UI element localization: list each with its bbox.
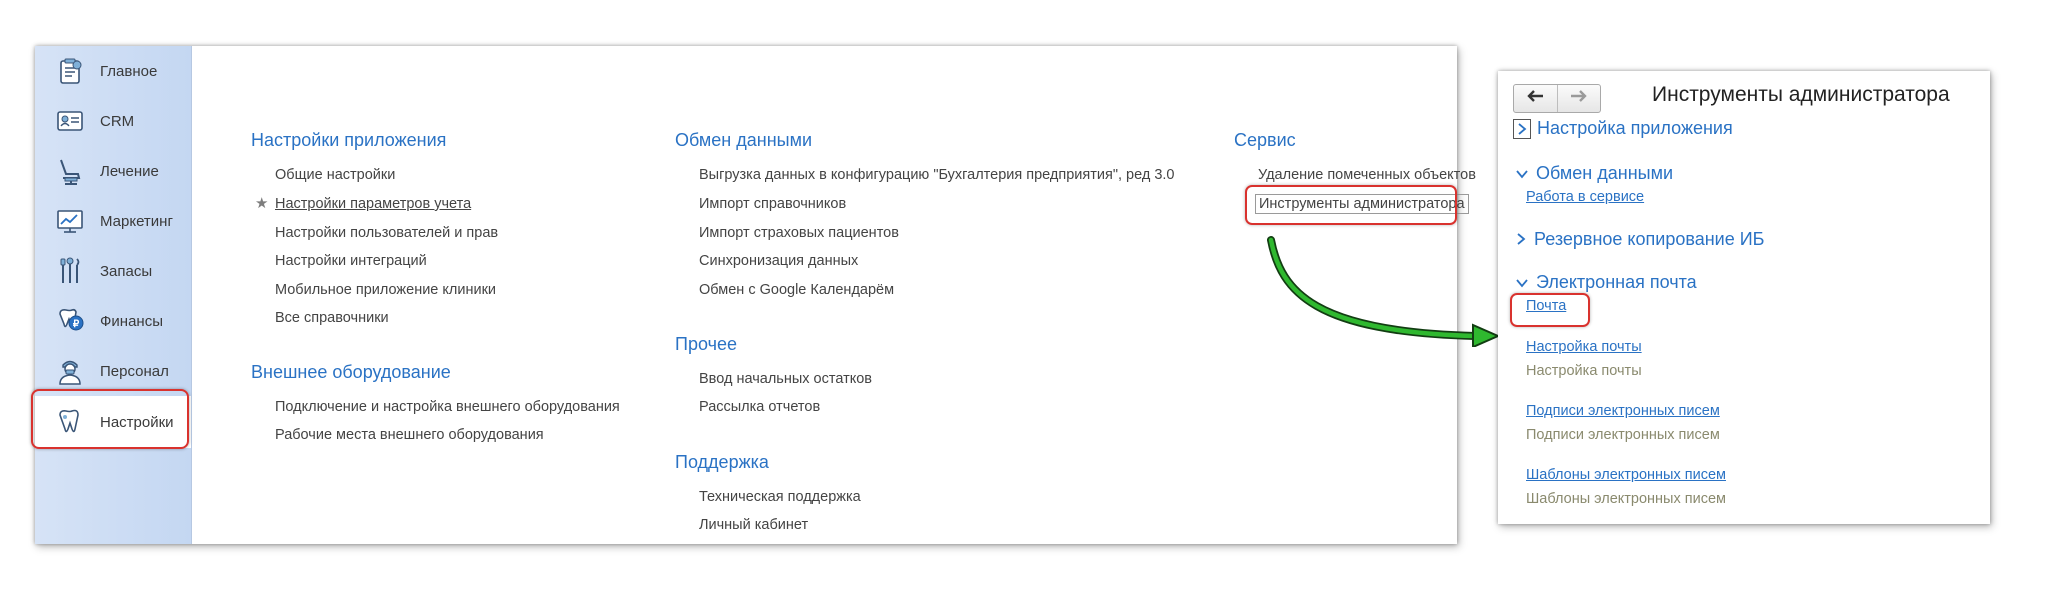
nav-buttons	[1513, 84, 1601, 113]
sidebar-item-label: CRM	[100, 112, 135, 130]
link-equipment-connect[interactable]: Подключение и настройка внешнего оборудо…	[275, 399, 620, 415]
link-email-signatures[interactable]: Подписи электронных писем	[1526, 403, 1720, 419]
back-button[interactable]	[1514, 85, 1557, 112]
link-integrations[interactable]: Настройки интеграций	[275, 253, 427, 269]
sidebar-item-label: Настройки	[100, 413, 174, 431]
link-admin-tools[interactable]: Инструменты администратора	[1255, 194, 1469, 214]
dental-chair-icon	[55, 156, 85, 186]
chevron-down-icon	[1516, 272, 1528, 293]
sidebar-item-finance[interactable]: ₽ Финансы	[35, 296, 191, 346]
sidebar-item-treatment[interactable]: Лечение	[35, 146, 191, 196]
chevron-down-icon	[1516, 163, 1528, 184]
link-all-catalogs[interactable]: Все справочники	[275, 310, 389, 326]
forward-button[interactable]	[1556, 85, 1601, 112]
link-equipment-workplaces[interactable]: Рабочие места внешнего оборудования	[275, 427, 544, 443]
sidebar: Главное CRM Лечение Маркетинг Запасы ₽ Ф…	[31, 46, 192, 544]
group-data-exchange-label: Обмен данными	[1536, 163, 1674, 183]
favorite-star-icon: ★	[255, 195, 269, 212]
svg-text:₽: ₽	[73, 319, 80, 330]
link-mail-settings[interactable]: Настройка почты	[1526, 339, 1642, 355]
sidebar-item-label: Маркетинг	[100, 212, 173, 230]
link-general-settings[interactable]: Общие настройки	[275, 167, 395, 183]
sidebar-item-label: Финансы	[100, 312, 163, 330]
sidebar-item-label: Лечение	[100, 162, 159, 180]
section-data-exchange-title: Обмен данными	[675, 130, 813, 150]
marketing-chart-icon	[55, 206, 85, 236]
link-tech-support[interactable]: Техническая поддержка	[699, 489, 861, 505]
sidebar-item-marketing[interactable]: Маркетинг	[35, 196, 191, 246]
sidebar-item-label: Персонал	[100, 362, 169, 380]
group-backup-label: Резервное копирование ИБ	[1534, 229, 1765, 249]
home-list-icon	[55, 56, 85, 86]
group-backup[interactable]: Резервное копирование ИБ	[1516, 229, 1764, 250]
link-delete-marked[interactable]: Удаление помеченных объектов	[1258, 167, 1476, 183]
sidebar-item-label: Главное	[100, 62, 158, 80]
sidebar-item-main[interactable]: Главное	[35, 46, 191, 96]
admin-tools-panel: Инструменты администратора Настройка при…	[1498, 71, 1990, 524]
group-email[interactable]: Электронная почта	[1516, 272, 1697, 293]
group-email-label: Электронная почта	[1536, 272, 1697, 292]
link-email-templates[interactable]: Шаблоны электронных писем	[1526, 467, 1726, 483]
link-mobile-app[interactable]: Мобильное приложение клиники	[275, 282, 496, 298]
link-mail[interactable]: Почта	[1526, 298, 1566, 314]
link-import-insurance[interactable]: Импорт страховых пациентов	[699, 225, 899, 241]
sidebar-item-settings[interactable]: Настройки	[35, 396, 191, 448]
link-google-calendar[interactable]: Обмен с Google Календарём	[699, 282, 894, 298]
link-personal-account[interactable]: Личный кабинет	[699, 517, 808, 533]
email-templates-description: Шаблоны электронных писем	[1526, 491, 1726, 507]
panel-title: Инструменты администратора	[1652, 83, 1950, 106]
section-other-title: Прочее	[675, 334, 737, 354]
sidebar-item-label: Запасы	[100, 262, 153, 280]
link-work-in-service[interactable]: Работа в сервисе	[1526, 189, 1644, 205]
chevron-right-icon	[1516, 229, 1526, 250]
arrow-left-icon	[1526, 89, 1544, 108]
crm-card-icon	[55, 106, 85, 136]
group-data-exchange[interactable]: Обмен данными	[1516, 163, 1673, 184]
section-service-title: Сервис	[1234, 130, 1296, 150]
doctor-icon	[55, 356, 85, 386]
link-accounting-parameters[interactable]: Настройки параметров учета	[275, 196, 471, 212]
email-signatures-description: Подписи электронных писем	[1526, 427, 1720, 443]
link-opening-balances[interactable]: Ввод начальных остатков	[699, 371, 872, 387]
sidebar-item-staff[interactable]: Персонал	[35, 346, 191, 396]
link-export-accounting[interactable]: Выгрузка данных в конфигурацию "Бухгалте…	[699, 167, 1175, 183]
sidebar-item-stock[interactable]: Запасы	[35, 246, 191, 296]
section-support-title: Поддержка	[675, 452, 769, 472]
arrow-right-icon	[1570, 89, 1588, 108]
link-import-catalogs[interactable]: Импорт справочников	[699, 196, 846, 212]
link-data-sync[interactable]: Синхронизация данных	[699, 253, 858, 269]
mail-settings-description: Настройка почты	[1526, 363, 1642, 379]
group-app-settings-label: Настройка приложения	[1537, 118, 1733, 138]
group-app-settings[interactable]: Настройка приложения	[1513, 118, 1733, 139]
green-arrow-icon	[1267, 236, 1501, 347]
section-app-settings-title: Настройки приложения	[251, 130, 447, 150]
main-window: Главное CRM Лечение Маркетинг Запасы ₽ Ф…	[31, 46, 1476, 544]
section-external-equipment-title: Внешнее оборудование	[251, 362, 451, 382]
tooth-settings-icon	[55, 407, 85, 437]
sidebar-item-crm[interactable]: CRM	[35, 96, 191, 146]
chevron-right-icon	[1513, 118, 1531, 139]
link-users-rights[interactable]: Настройки пользователей и прав	[275, 225, 498, 241]
dental-tools-icon	[55, 256, 85, 286]
tooth-money-icon: ₽	[55, 306, 85, 336]
link-report-mailing[interactable]: Рассылка отчетов	[699, 399, 820, 415]
